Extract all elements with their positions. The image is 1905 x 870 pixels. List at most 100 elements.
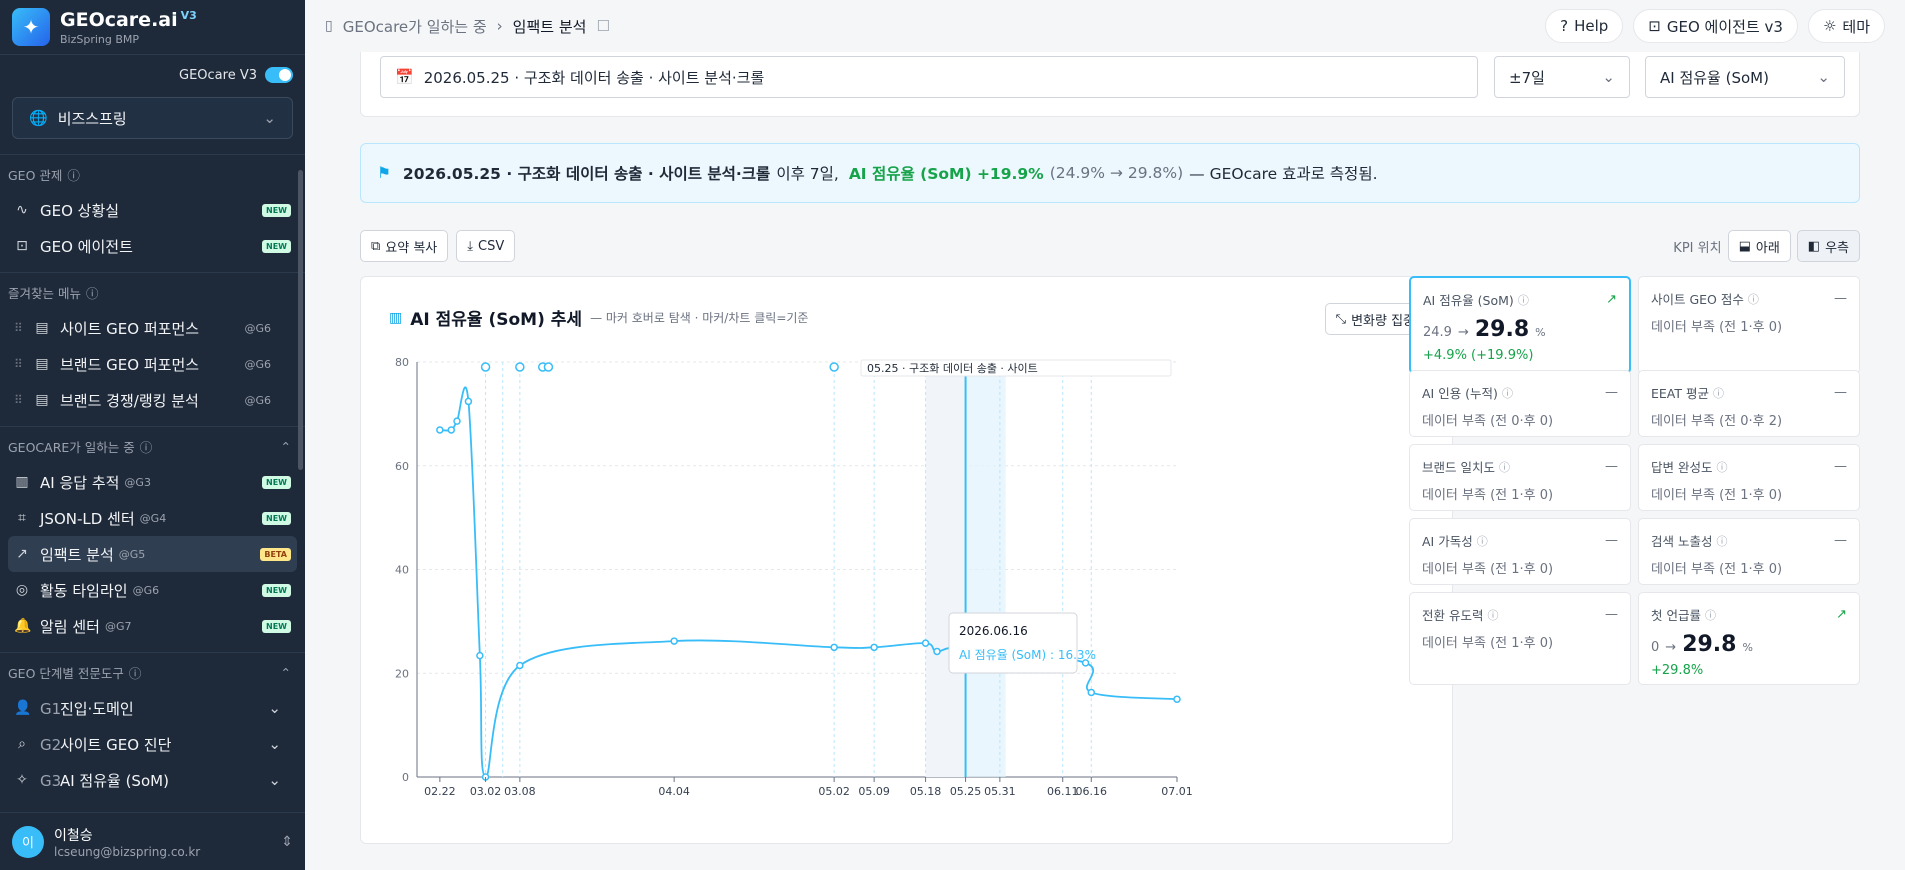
kpi-card[interactable]: AI 인용 (누적) ⓘ — 데이터 부족 (전 0·후 0) [1409, 370, 1631, 437]
nav-label: GEO 에이전트 [40, 237, 133, 256]
help-icon: ? [1560, 17, 1569, 35]
nav-label: AI 응답 추적 [40, 473, 120, 492]
metric-select[interactable]: AI 점유율 (SoM) ⌄ [1645, 56, 1845, 98]
nav-tag: @G5 [118, 547, 146, 561]
nav-group-g3[interactable]: ✧ G3 AI 점유율 (SoM) ⌄ [8, 762, 297, 798]
info-icon[interactable]: ⓘ [1716, 533, 1727, 549]
window-select[interactable]: ±7일 ⌄ [1494, 56, 1630, 98]
brand-version: V3 [180, 8, 197, 22]
x-tick-label: 07.01 [1161, 785, 1193, 798]
bookmark-icon[interactable]: ☐ [596, 17, 609, 35]
event-select-value: 2026.05.25 · 구조화 데이터 송출 · 사이트 분석·크롤 [423, 68, 765, 87]
info-icon[interactable]: ⓘ [67, 165, 80, 184]
theme-button[interactable]: ☼ 테마 [1807, 9, 1885, 43]
fav-item-brand-performance[interactable]: ⠿ ▤ 브랜드 GEO 퍼포먼스 @G6 [8, 346, 297, 382]
event-marker-dot [543, 362, 554, 372]
x-tick-label: 05.09 [858, 785, 890, 798]
section-title: GEO 관제 [8, 168, 63, 183]
chart-card: ▥ AI 점유율 (SoM) 추세 — 마커 호버로 탐색 · 마커/차트 클릭… [360, 276, 1453, 844]
nav-label: 활동 타임라인 [40, 581, 128, 600]
kpi-right-button[interactable]: ◧ 우측 [1796, 230, 1860, 262]
logo-icon[interactable]: ✦ [12, 8, 50, 46]
info-icon[interactable]: ⓘ [1713, 385, 1724, 401]
drag-handle-icon[interactable]: ⠿ [14, 321, 24, 335]
kpi-card[interactable]: EEAT 평균 ⓘ — 데이터 부족 (전 0·후 2) [1638, 370, 1860, 437]
new-badge: NEW [262, 619, 291, 633]
kpi-card[interactable]: 사이트 GEO 점수 ⓘ — 데이터 부족 (전 1·후 0) [1638, 276, 1860, 374]
layout-right-icon: ◧ [1807, 238, 1821, 254]
nav-label: 진입·도메인 [59, 699, 134, 718]
layout-bottom-icon: ⬓ [1738, 238, 1751, 254]
fav-item-brand-ranking[interactable]: ⠿ ▤ 브랜드 경쟁/랭킹 분석 @G6 [8, 382, 297, 418]
drag-handle-icon[interactable]: ⠿ [14, 357, 24, 371]
kpi-card[interactable]: 검색 노출성 ⓘ — 데이터 부족 (전 1·후 0) [1638, 518, 1860, 585]
nav-item-alerts[interactable]: 🔔 알림 센터 @G7 NEW [8, 608, 297, 644]
drag-handle-icon[interactable]: ⠿ [14, 393, 24, 407]
nav-item-impact[interactable]: ↗ 임팩트 분석 @G5 BETA [8, 536, 297, 572]
version-toggle[interactable] [265, 67, 293, 83]
org-selector[interactable]: 🌐 비즈스프링 ⌄ [12, 97, 293, 139]
som-trend-chart[interactable]: 0 20 40 60 80 05.25 · 구조화 데이터 송출 · 사이트 02.22 03… [361, 277, 1454, 845]
kpi-card[interactable]: 첫 언급률 ⓘ ↗ 0 → 29.8% +29.8% [1638, 592, 1860, 685]
sidebar-toggle-icon[interactable]: ▯ [325, 18, 333, 34]
kpi-from: 24.9 [1423, 325, 1452, 340]
dash-icon: — [1605, 385, 1618, 400]
kpi-card[interactable]: 브랜드 일치도 ⓘ — 데이터 부족 (전 1·후 0) [1409, 444, 1631, 511]
user-menu[interactable]: 이 이철승 lcseung@bizspring.co.kr ⇕ [0, 812, 305, 870]
info-icon[interactable]: ⓘ [140, 437, 153, 456]
doc-icon: ▤ [35, 320, 49, 336]
info-icon[interactable]: ⓘ [1477, 533, 1488, 549]
kpi-card[interactable]: 답변 완성도 ⓘ — 데이터 부족 (전 1·후 0) [1638, 444, 1860, 511]
kpi-below-button[interactable]: ⬓ 아래 [1727, 230, 1791, 262]
breadcrumb-parent[interactable]: GEOcare가 일하는 중 [343, 16, 487, 37]
banner-metric-change: AI 점유율 (SoM) +19.9% [848, 165, 1044, 183]
help-button[interactable]: ? Help [1545, 9, 1624, 43]
csv-button[interactable]: ⤓ CSV [456, 230, 516, 262]
copy-summary-button[interactable]: ⧉ 요약 복사 [360, 230, 449, 262]
nav-group-g1[interactable]: 👤 G1 진입·도메인 ⌄ [8, 690, 297, 726]
pulse-icon: ∿ [16, 202, 28, 218]
info-icon[interactable]: ⓘ [129, 663, 142, 682]
chevron-down-icon: ⌄ [268, 771, 281, 789]
info-icon[interactable]: ⓘ [1716, 459, 1727, 475]
nav-group-g2[interactable]: ⌕ G2 사이트 GEO 진단 ⌄ [8, 726, 297, 762]
dash-icon: — [1834, 291, 1847, 306]
data-point [447, 426, 456, 434]
x-tick-label: 05.31 [984, 785, 1016, 798]
kpi-card[interactable]: AI 가독성 ⓘ — 데이터 부족 (전 1·후 0) [1409, 518, 1631, 585]
info-icon[interactable]: ⓘ [86, 283, 99, 302]
nav-item-geo-room[interactable]: ∿ GEO 상황실 NEW [8, 192, 297, 228]
sidebar-scrollbar[interactable] [298, 170, 303, 470]
info-icon[interactable]: ⓘ [1499, 459, 1510, 475]
robot-icon: ⊡ [16, 238, 28, 254]
event-select[interactable]: 📅 2026.05.25 · 구조화 데이터 송출 · 사이트 분석·크롤 [380, 56, 1478, 98]
y-tick-label: 80 [395, 356, 409, 369]
kpi-desc: 데이터 부족 (전 0·후 0) [1422, 414, 1554, 429]
x-tick-label: 03.08 [504, 785, 536, 798]
y-tick-label: 0 [402, 771, 409, 784]
metric-select-value: AI 점유율 (SoM) [1660, 68, 1769, 87]
nav-item-geo-agent[interactable]: ⊡ GEO 에이전트 NEW [8, 228, 297, 264]
avatar: 이 [12, 825, 44, 858]
kpi-card[interactable]: AI 점유율 (SoM) ⓘ ↗ 24.9 → 29.8% +4.9% (+19.9%) [1409, 276, 1631, 374]
kpi-card[interactable]: 전환 유도력 ⓘ — 데이터 부족 (전 1·후 0) [1409, 592, 1631, 685]
dash-icon: — [1834, 459, 1847, 474]
group-prefix: G3 [40, 771, 62, 790]
chevron-up-icon[interactable]: ⌃ [281, 665, 291, 680]
nav-item-ai-tracking[interactable]: ▥ AI 응답 추적 @G3 NEW [8, 464, 297, 500]
nav-item-timeline[interactable]: ◎ 활동 타임라인 @G6 NEW [8, 572, 297, 608]
info-icon[interactable]: ⓘ [1518, 292, 1529, 308]
info-icon[interactable]: ⓘ [1502, 385, 1513, 401]
kpi-position: KPI 위치 ⬓ 아래 ◧ 우측 [1673, 230, 1860, 262]
y-tick-label: 20 [395, 667, 409, 680]
nav-label: JSON-LD 센터 [40, 509, 135, 528]
info-icon[interactable]: ⓘ [1748, 291, 1759, 307]
chevron-up-icon[interactable]: ⌃ [281, 439, 291, 454]
fav-item-site-performance[interactable]: ⠿ ▤ 사이트 GEO 퍼포먼스 @G6 [8, 310, 297, 346]
info-icon[interactable]: ⓘ [1487, 607, 1498, 623]
agent-button[interactable]: ⊡ GEO 에이전트 v3 [1633, 9, 1798, 43]
kpi-desc: 데이터 부족 (전 0·후 2) [1651, 414, 1783, 429]
info-icon[interactable]: ⓘ [1705, 607, 1716, 623]
nav-item-jsonld[interactable]: ⌗ JSON-LD 센터 @G4 NEW [8, 500, 297, 536]
org-name: 비즈스프링 [57, 109, 127, 128]
